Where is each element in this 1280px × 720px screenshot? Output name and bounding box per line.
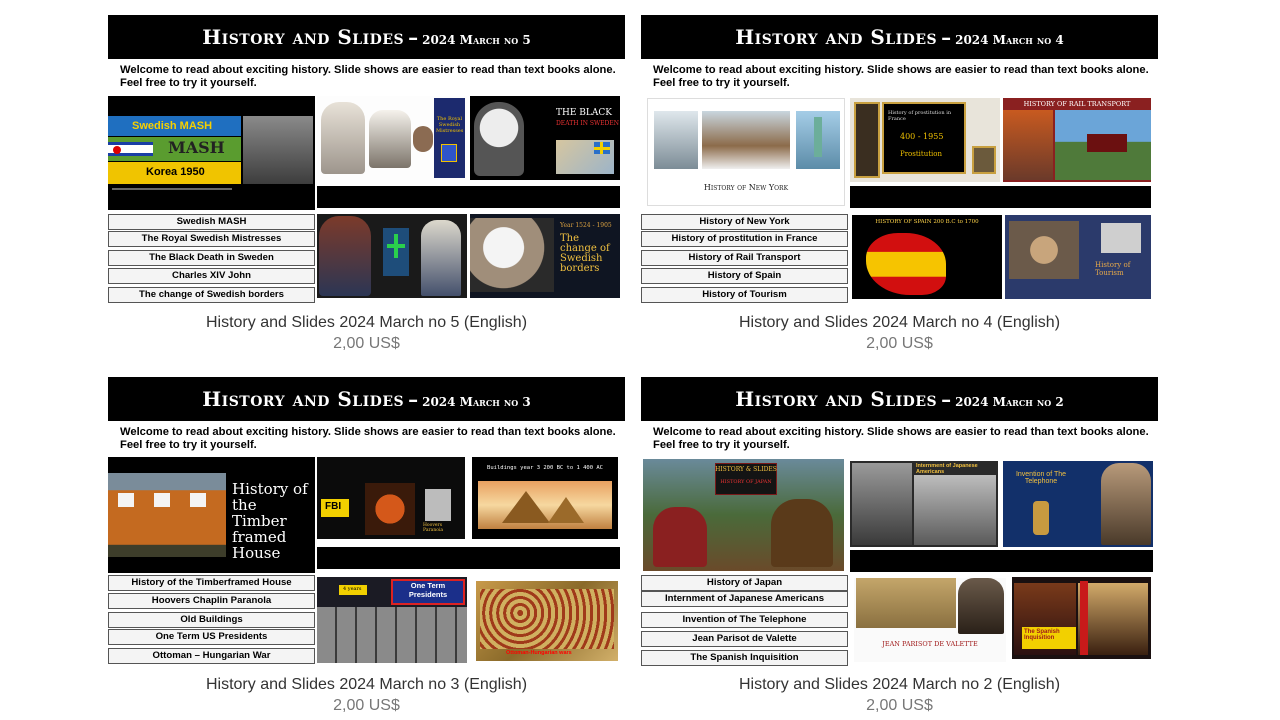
title-item: History of the Timberframed House: [108, 575, 315, 591]
slide-thumb-new-york: History of New York: [647, 98, 845, 206]
title-item: Hoovers Chaplin Paranola: [108, 593, 315, 609]
title-item: Jean Parisot de Valette: [641, 631, 848, 647]
slide-thumb-valette: JEAN PARISOT DE VALETTE: [854, 578, 1006, 662]
product-cover-image[interactable]: History and Slides –2024 March no 5 Welco…: [108, 15, 625, 305]
slide-thumb-one-term-presidents: One Term Presidents 4 years: [317, 577, 467, 663]
title-item: History of Japan: [641, 575, 848, 591]
product-card-march-no-3[interactable]: History and Slides –2024 March no 3 Welco…: [108, 377, 625, 717]
cover-black-bar: [317, 186, 620, 208]
slide-thumb-old-buildings: Buildings year 3 200 BC to 1 400 AC: [472, 457, 618, 539]
slide-thumb-history-of-japan: HISTORY & SLIDES HISTORY OF JAPAN: [643, 459, 844, 571]
cover-black-bar: [317, 547, 620, 569]
title-item: The Black Death in Sweden: [108, 250, 315, 266]
title-item: History of Tourism: [641, 287, 848, 303]
title-item: History of Spain: [641, 268, 848, 284]
title-item: Ottoman – Hungarian War: [108, 648, 315, 664]
cover-header: History and Slides –2024 March no 2: [641, 377, 1158, 421]
product-name-link[interactable]: History and Slides 2024 March no 2 (Engl…: [641, 676, 1158, 694]
title-item: One Term US Presidents: [108, 629, 315, 645]
title-item: Charles XIV John: [108, 268, 315, 284]
title-item: History of Rail Transport: [641, 250, 848, 266]
cover-header: History and Slides –2024 March no 4: [641, 15, 1158, 59]
cover-black-bar: [850, 550, 1153, 572]
cover-header: History and Slides –2024 March no 3: [108, 377, 625, 421]
product-price: 2,00 US$: [333, 335, 400, 352]
product-card-march-no-4[interactable]: History and Slides –2024 March no 4 Welco…: [641, 15, 1158, 355]
slide-thumb-prostitution: History of prostitution in France 400 - …: [850, 98, 1000, 182]
cover-intro-text: Welcome to read about exciting history. …: [120, 426, 616, 451]
cover-black-bar: [850, 186, 1151, 208]
slide-thumb-spain: HISTORY OF SPAIN 200 B.C to 1700: [852, 215, 1002, 299]
slide-thumb-timber-house: History of the Timber framed House: [108, 457, 315, 573]
product-name-link[interactable]: History and Slides 2024 March no 3 (Engl…: [108, 676, 625, 694]
slide-thumb-black-death: THE BLACK DEATH IN SWEDEN: [470, 96, 620, 180]
product-card-march-no-5[interactable]: History and Slides –2024 March no 5 Welco…: [108, 15, 625, 355]
title-item: History of prostitution in France: [641, 231, 848, 247]
product-price: 2,00 US$: [866, 335, 933, 352]
slide-thumb-tourism: History of Tourism: [1005, 215, 1151, 299]
cover-intro-text: Welcome to read about exciting history. …: [653, 426, 1149, 451]
title-item: The Spanish Inquisition: [641, 650, 848, 666]
slide-thumb-internment: Internment of Japanese Americans: [850, 461, 998, 547]
title-item: Invention of The Telephone: [641, 612, 848, 628]
product-name-link[interactable]: History and Slides 2024 March no 5 (Engl…: [108, 314, 625, 332]
title-item: The change of Swedish borders: [108, 287, 315, 303]
slide-thumb-swedish-borders: Year 1524 - 1905 The change of Swedish b…: [470, 214, 620, 298]
title-item: Old Buildings: [108, 612, 315, 628]
product-price: 2,00 US$: [866, 697, 933, 714]
title-item: The Royal Swedish Mistresses: [108, 231, 315, 247]
slide-thumb-ottoman-wars: Ottoman-Hungarian wars: [476, 581, 618, 661]
product-name-link[interactable]: History and Slides 2024 March no 4 (Engl…: [641, 314, 1158, 332]
slide-thumb-swedish-mash: Swedish MASH MASH Korea 1950: [108, 96, 315, 210]
product-cover-image[interactable]: History and Slides –2024 March no 3 Welco…: [108, 377, 625, 667]
product-cover-image[interactable]: History and Slides –2024 March no 2 Welco…: [641, 377, 1158, 667]
product-cover-image[interactable]: History and Slides –2024 March no 4 Welco…: [641, 15, 1158, 305]
title-item: History of New York: [641, 214, 848, 230]
slide-thumb-fbi: FBI Hoovers Paranoia: [317, 457, 465, 539]
slide-thumb-royal-mistresses: The Royal Swedish Mistresses: [317, 96, 467, 180]
cover-header: History and Slides –2024 March no 5: [108, 15, 625, 59]
product-price: 2,00 US$: [333, 697, 400, 714]
cover-intro-text: Welcome to read about exciting history. …: [653, 64, 1149, 89]
slide-thumb-rail-transport: HISTORY OF RAIL TRANSPORT: [1003, 98, 1151, 182]
title-item: Internment of Japanese Americans: [641, 591, 848, 607]
slide-thumb-inquisition: The Spanish Inquisition: [1012, 577, 1151, 659]
title-item: Swedish MASH: [108, 214, 315, 230]
product-card-march-no-2[interactable]: History and Slides –2024 March no 2 Welco…: [641, 377, 1158, 717]
slide-thumb-charles-xiv-john: [317, 214, 467, 298]
slide-thumb-telephone: Invention of The Telephone: [1003, 461, 1153, 547]
cover-intro-text: Welcome to read about exciting history. …: [120, 64, 616, 89]
